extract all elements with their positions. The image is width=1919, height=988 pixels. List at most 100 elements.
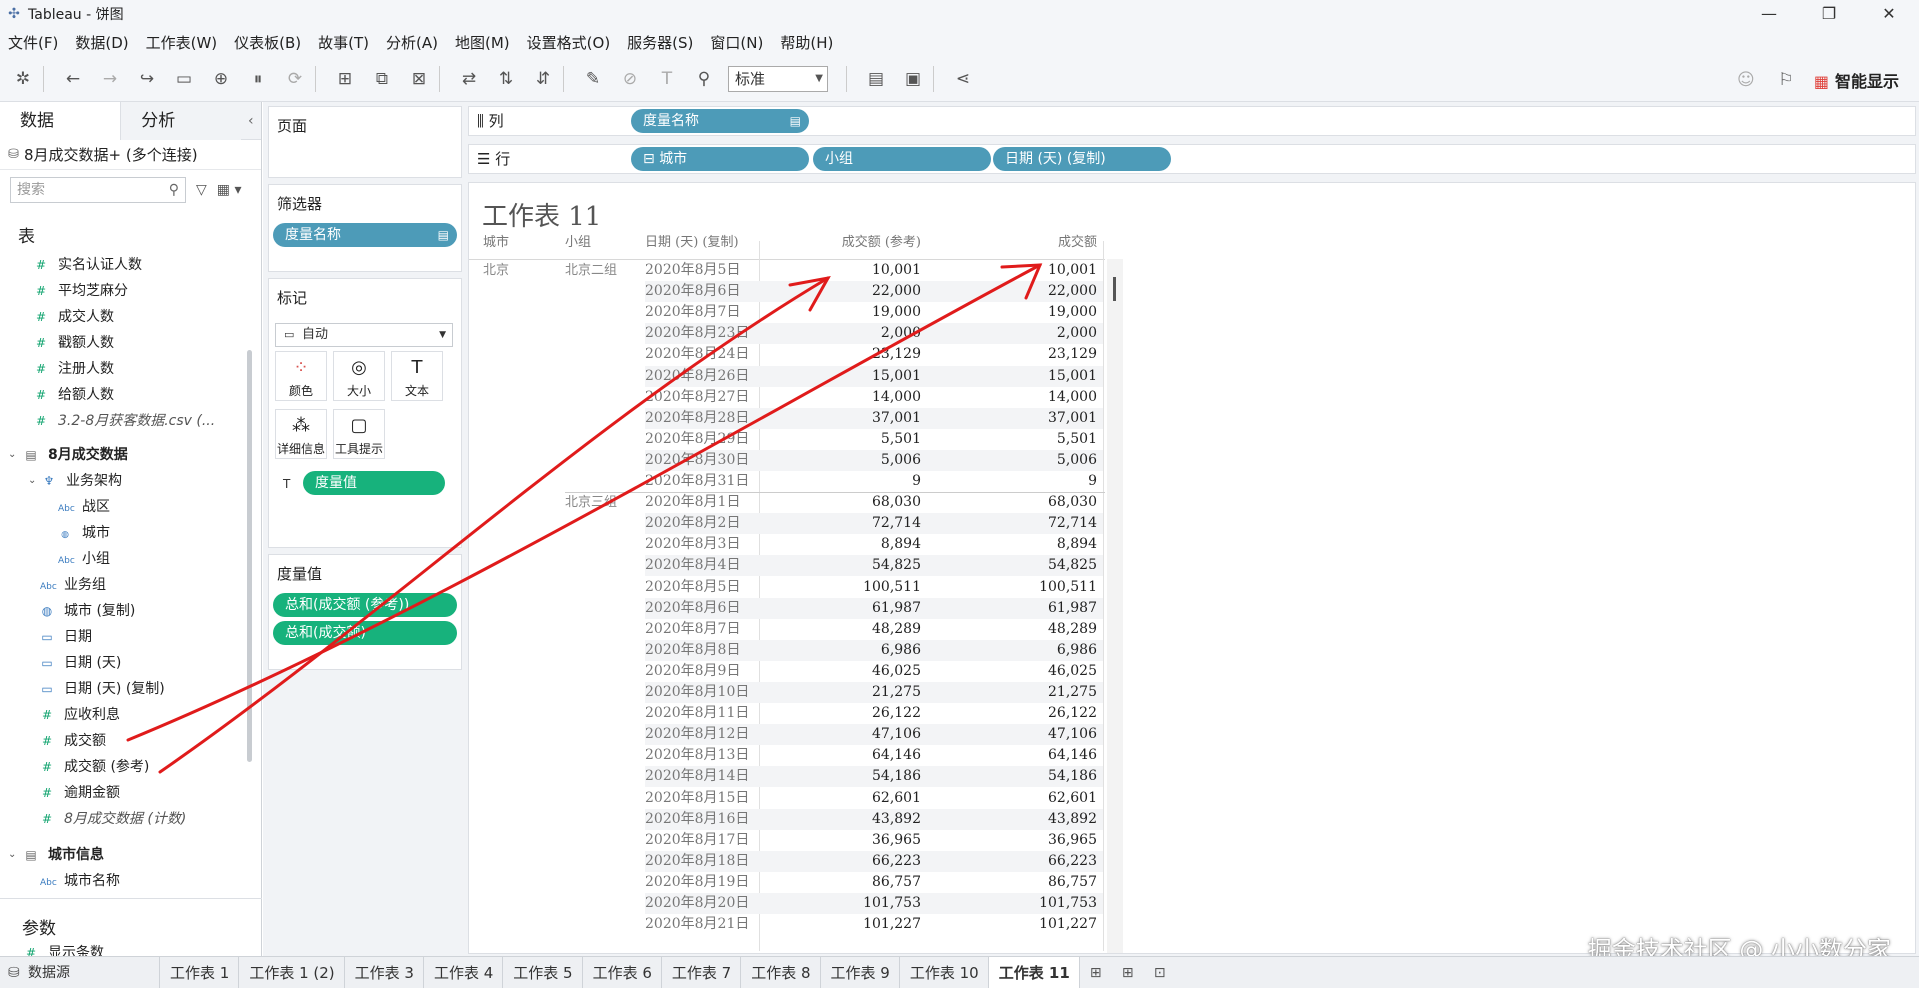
new-dashboard-tab-icon[interactable]: ⊞ (1112, 957, 1144, 988)
tooltip-button[interactable]: ▢ 工具提示 (333, 409, 385, 459)
detail-button[interactable]: ⁂ 详细信息 (275, 409, 327, 459)
swap-icon[interactable]: ⇄ (455, 65, 483, 93)
sheet-tab[interactable]: 工作表 3 (345, 957, 424, 988)
pause-updates-icon[interactable]: ⏸ (244, 65, 272, 93)
ask-data-icon[interactable]: ☺ (1732, 66, 1760, 94)
redo-icon[interactable]: → (96, 65, 124, 93)
field-item[interactable]: #8月成交数据 (计数) (40, 806, 186, 832)
collapse-pane-icon[interactable]: ‹ (240, 102, 261, 139)
field-item[interactable]: ▭ 日期 (40, 624, 92, 650)
refresh-icon[interactable]: ⟳ (281, 65, 309, 93)
menu-item[interactable]: 帮助(H) (780, 32, 833, 53)
menu-item[interactable]: 数据(D) (75, 32, 128, 53)
undo-icon[interactable]: ← (59, 65, 87, 93)
marks-pill-measure-values[interactable]: 度量值 (303, 471, 445, 495)
text-button[interactable]: T 文本 (391, 351, 443, 401)
mv-pill-ref[interactable]: 总和(成交额 (参考)) (273, 593, 457, 617)
sheet-tab[interactable]: 工作表 4 (424, 957, 504, 988)
color-button[interactable]: ⁘ 颜色 (275, 351, 327, 401)
tab-data[interactable]: 数据 (0, 102, 121, 140)
show-me-button[interactable]: ▦ 智能显示 (1814, 68, 1899, 92)
group-icon[interactable]: ⊘ (616, 65, 644, 93)
close-icon[interactable]: ✕ (1859, 0, 1919, 28)
datasource-tab[interactable]: ⛁ 数据源 (0, 957, 160, 988)
show-cards-icon[interactable]: ▤ (862, 65, 890, 93)
menu-item[interactable]: 窗口(N) (710, 32, 763, 53)
sort-asc-icon[interactable]: ⇅ (492, 65, 520, 93)
field-list-scrollbar[interactable] (247, 350, 252, 762)
field-item[interactable]: ▭ 日期 (天) (40, 650, 121, 676)
field-item[interactable]: ▭ 日期 (天) (复制) (40, 676, 164, 702)
sheet-tab[interactable]: 工作表 5 (503, 957, 583, 988)
field-item[interactable]: # 应收利息 (40, 702, 120, 728)
field-item[interactable]: # 注册人数 (34, 356, 114, 382)
menu-item[interactable]: 工作表(W) (146, 32, 218, 53)
sort-desc-icon[interactable]: ⇵ (529, 65, 557, 93)
pages-card[interactable]: 页面 (268, 106, 462, 178)
sheet-tab[interactable]: 工作表 10 (900, 957, 989, 988)
sheet-tab[interactable]: 工作表 11 (988, 957, 1080, 988)
view-scrollbar[interactable] (1107, 259, 1123, 953)
field-item[interactable]: # 实名认证人数 (34, 252, 142, 278)
save-icon[interactable]: ▭ (170, 65, 198, 93)
table-item[interactable]: ▤ 城市信息 (24, 842, 104, 868)
rows-pill-date[interactable]: 日期 (天) (复制) (993, 147, 1171, 171)
menu-item[interactable]: 地图(M) (455, 32, 510, 53)
columns-shelf[interactable]: ⫼ 列 度量名称 ▤ (468, 106, 1916, 136)
new-sheet-tab-icon[interactable]: ⊞ (1080, 957, 1112, 988)
new-sheet-icon[interactable]: ⊞ (331, 65, 359, 93)
view-scrollbar-thumb[interactable] (1113, 277, 1116, 301)
field-item[interactable]: Abc 战区 (58, 494, 110, 520)
field-item[interactable]: Abc 业务组 (40, 572, 106, 598)
tableau-start-icon[interactable]: ✲ (9, 65, 37, 93)
menu-item[interactable]: 服务器(S) (627, 32, 693, 53)
duplicate-sheet-icon[interactable]: ⧉ (368, 65, 396, 93)
field-item[interactable]: # 成交额 (参考) (40, 754, 149, 780)
filter-pill-measure-names[interactable]: 度量名称 ▤ (273, 223, 457, 247)
menu-item[interactable]: 故事(T) (318, 32, 369, 53)
field-item[interactable]: # 戳额人数 (34, 330, 114, 356)
fit-select[interactable]: 标准 ▼ (728, 65, 828, 92)
sheet-tab[interactable]: 工作表 9 (821, 957, 900, 988)
hierarchy-item[interactable]: ♆ 业务架构 (42, 468, 122, 494)
collapse-arrow-icon[interactable]: ⌄ (8, 849, 16, 860)
menu-item[interactable]: 设置格式(O) (527, 32, 611, 53)
sheet-tab[interactable]: 工作表 8 (741, 957, 821, 988)
search-input[interactable]: 搜索 ⚲ (10, 177, 186, 203)
highlight-icon[interactable]: ✎ (579, 65, 607, 93)
minimize-icon[interactable]: — (1739, 0, 1799, 28)
presentation-icon[interactable]: ▣ (899, 65, 927, 93)
field-item[interactable]: Abc 小组 (58, 546, 110, 572)
columns-pill-measure-names[interactable]: 度量名称 ▤ (631, 109, 809, 133)
label-icon[interactable]: T (653, 65, 681, 93)
view-options-icon[interactable]: ▦ ▾ (217, 182, 242, 198)
collapse-arrow-icon[interactable]: ⌄ (8, 449, 16, 460)
replay-icon[interactable]: ↪ (133, 65, 161, 93)
tab-analysis[interactable]: 分析 (120, 102, 241, 140)
new-story-tab-icon[interactable]: ⊡ (1144, 957, 1176, 988)
rows-pill-city[interactable]: ⊟ 城市 (631, 147, 809, 171)
menu-item[interactable]: 仪表板(B) (234, 32, 301, 53)
size-button[interactable]: ◎ 大小 (333, 351, 385, 401)
rows-shelf[interactable]: ☰ 行 ⊟ 城市 小组 日期 (天) (复制) (468, 144, 1916, 174)
menu-item[interactable]: 文件(F) (8, 32, 58, 53)
filter-icon[interactable]: ▽ (196, 182, 207, 198)
field-item[interactable]: ◍ 城市 (58, 520, 110, 546)
sheet-tab[interactable]: 工作表 1 (160, 957, 240, 988)
table-item[interactable]: ▤ 8月成交数据 (24, 442, 127, 468)
field-item[interactable]: #3.2-8月获客数据.csv (... (34, 408, 215, 434)
field-item[interactable]: # 成交额 (40, 728, 106, 754)
menu-item[interactable]: 分析(A) (386, 32, 438, 53)
collapse-arrow-icon[interactable]: ⌄ (28, 475, 36, 486)
pin-tooltip-icon[interactable]: ⚐ (1772, 66, 1800, 94)
sheet-tab[interactable]: 工作表 6 (583, 957, 662, 988)
new-datasource-icon[interactable]: ⊕ (207, 65, 235, 93)
field-item[interactable]: Abc 城市名称 (40, 868, 120, 894)
sheet-tab[interactable]: 工作表 7 (662, 957, 742, 988)
field-item[interactable]: # 给额人数 (34, 382, 114, 408)
mv-pill-amount[interactable]: 总和(成交额) (273, 621, 457, 645)
pin-icon[interactable]: ⚲ (690, 65, 718, 93)
mark-type-select[interactable]: ▭ 自动 ▼ (275, 323, 453, 347)
field-item[interactable]: ◍ 城市 (复制) (40, 598, 136, 624)
clear-sheet-icon[interactable]: ⊠ (405, 65, 433, 93)
